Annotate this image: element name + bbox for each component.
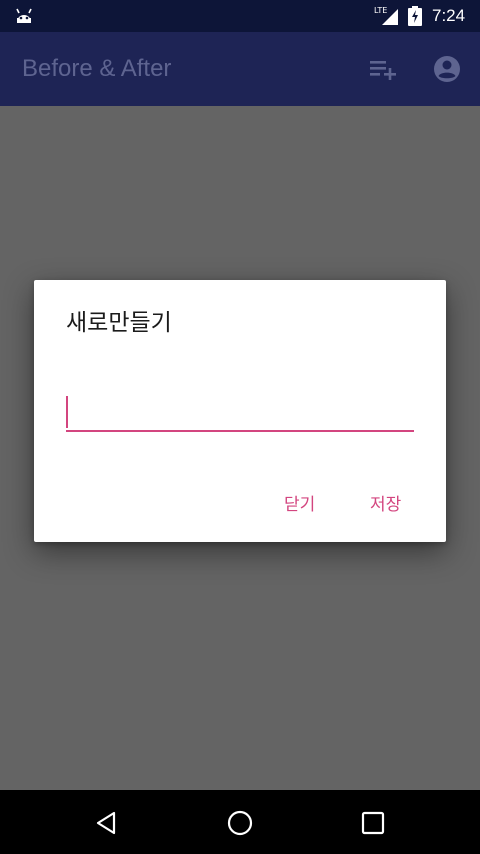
- navigation-bar: [0, 790, 480, 854]
- save-button[interactable]: 저장: [370, 490, 401, 520]
- status-bar: LTE 7:24: [0, 0, 480, 32]
- battery-charging-icon: [408, 6, 422, 30]
- android-icon: [14, 6, 34, 28]
- lte-signal-icon: LTE: [374, 5, 400, 31]
- playlist-add-icon[interactable]: [368, 56, 398, 86]
- back-icon[interactable]: [92, 808, 122, 838]
- new-item-name-input[interactable]: [66, 390, 414, 432]
- new-item-dialog: 새로만들기 닫기 저장: [34, 280, 446, 542]
- status-clock: 7:24: [432, 6, 466, 25]
- home-icon[interactable]: [225, 808, 255, 838]
- account-circle-icon[interactable]: [432, 54, 462, 88]
- text-cursor: [66, 396, 68, 428]
- network-label: LTE: [374, 6, 387, 15]
- recents-icon[interactable]: [358, 808, 388, 838]
- close-button[interactable]: 닫기: [284, 490, 315, 520]
- app-title: Before & After: [22, 55, 172, 82]
- app-bar: Before & After: [0, 32, 480, 106]
- dialog-title: 새로만들기: [66, 310, 172, 336]
